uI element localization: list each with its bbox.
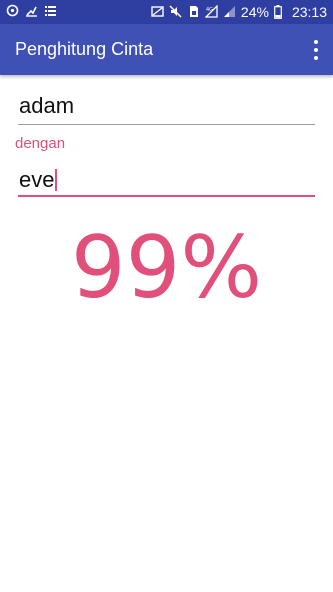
- clock: 23:13: [291, 4, 327, 20]
- first-name-input[interactable]: [18, 90, 316, 122]
- signal-4g-icon: 4G: [204, 5, 218, 19]
- second-name-field[interactable]: eve: [18, 165, 315, 197]
- app-title: Penghitung Cinta: [15, 39, 154, 59]
- status-right-icons: 4G 24% 23:13: [151, 3, 327, 21]
- sim-icon: [187, 5, 200, 19]
- second-name-label: dengan: [15, 135, 66, 152]
- overflow-menu-icon[interactable]: [311, 39, 321, 61]
- sync-icon: [6, 4, 19, 18]
- menu-dot: [314, 56, 318, 60]
- svg-text:4G: 4G: [206, 7, 213, 13]
- love-percentage-result: 99%: [70, 218, 263, 318]
- text-cursor: [55, 169, 58, 191]
- status-bar: 4G 24% 23:13: [0, 0, 333, 24]
- second-name-value: eve: [19, 165, 58, 195]
- menu-dot: [314, 40, 318, 44]
- mute-icon: [169, 5, 182, 19]
- app-screen: 4G 24% 23:13 Penghitung Cinta dengan eve…: [0, 0, 333, 592]
- battery-icon: [274, 5, 287, 19]
- status-left-icons: [6, 4, 57, 18]
- signal-icon: [223, 5, 236, 19]
- tethering-icon: [25, 4, 38, 18]
- second-name-input[interactable]: eve: [18, 165, 315, 195]
- first-name-field[interactable]: [18, 90, 316, 125]
- menu-dot: [314, 48, 318, 52]
- battery-level: 24%: [240, 4, 269, 20]
- second-name-text: eve: [19, 167, 55, 192]
- list-icon: [44, 4, 57, 18]
- cast-icon: [151, 5, 164, 19]
- app-bar: Penghitung Cinta: [0, 24, 333, 75]
